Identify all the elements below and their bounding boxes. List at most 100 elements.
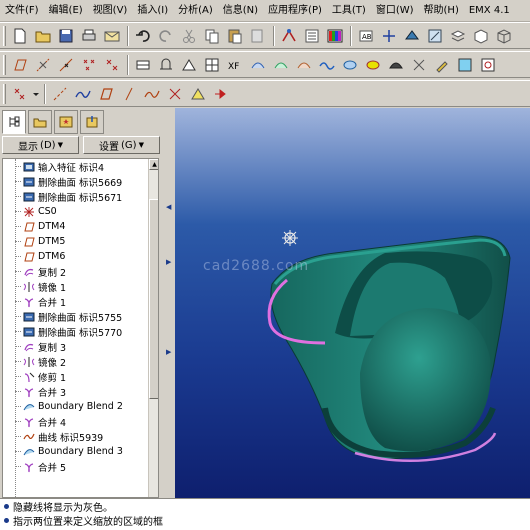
menu-analysis[interactable]: 分析(A) <box>173 2 218 20</box>
draft-analysis-icon[interactable] <box>362 54 384 76</box>
panel-splitter[interactable]: ◀ ▶ ▶ <box>163 108 175 498</box>
datum-plane-tool-icon[interactable] <box>95 83 117 105</box>
paste-special-icon[interactable] <box>247 25 269 47</box>
email-icon[interactable] <box>101 25 123 47</box>
wireframe-icon[interactable] <box>493 25 515 47</box>
color-edit-icon[interactable] <box>454 54 476 76</box>
tree-item[interactable]: DTM5 <box>3 234 158 249</box>
point-tag-display-icon[interactable] <box>78 54 100 76</box>
curve-analysis-icon[interactable] <box>316 54 338 76</box>
menu-help[interactable]: 帮助(H) <box>419 2 464 20</box>
style-icon[interactable] <box>247 54 269 76</box>
cut-icon[interactable] <box>178 25 200 47</box>
3d-model-view[interactable] <box>175 108 530 498</box>
curve-tool-icon[interactable] <box>141 83 163 105</box>
continue-arrow-icon[interactable] <box>210 83 232 105</box>
point-dropdown-icon[interactable] <box>32 83 40 105</box>
tree-item[interactable]: 合并 3 <box>3 384 158 399</box>
axis-tool-icon[interactable] <box>118 83 140 105</box>
tree-item[interactable]: 删除曲面 标识5770 <box>3 324 158 339</box>
saved-views-icon[interactable] <box>424 25 446 47</box>
menu-applications[interactable]: 应用程序(P) <box>263 2 327 20</box>
tree-item[interactable]: 修剪 1 <box>3 369 158 384</box>
tree-item[interactable]: 复制 2 <box>3 264 158 279</box>
toolbar-grip[interactable] <box>3 83 6 104</box>
reflection-icon[interactable] <box>339 54 361 76</box>
tree-scrollbar[interactable]: ▲ <box>148 159 158 497</box>
tree-item[interactable]: 合并 5 <box>3 459 158 474</box>
menu-tools[interactable]: 工具(T) <box>327 2 371 20</box>
tree-item[interactable]: 合并 4 <box>3 414 158 429</box>
text-annotation-icon[interactable]: AB <box>355 25 377 47</box>
csys-tool-icon[interactable] <box>164 83 186 105</box>
tree-item[interactable]: DTM6 <box>3 249 158 264</box>
open-file-icon[interactable] <box>32 25 54 47</box>
tree-item[interactable]: 曲线 标识5939 <box>3 429 158 444</box>
collapse-left-icon[interactable]: ▶ <box>166 258 172 266</box>
spin-center-icon[interactable] <box>378 25 400 47</box>
expand-right-icon[interactable]: ▶ <box>166 348 172 356</box>
menu-info[interactable]: 信息(N) <box>218 2 263 20</box>
save-icon[interactable] <box>55 25 77 47</box>
tab-folder-browser[interactable] <box>28 110 52 134</box>
datum-axis-display-icon[interactable] <box>32 54 54 76</box>
tree-item[interactable]: 镜像 1 <box>3 279 158 294</box>
shaded-view-icon[interactable] <box>385 54 407 76</box>
regenerate-icon[interactable] <box>278 25 300 47</box>
tree-item[interactable]: CS0 <box>3 204 158 219</box>
menu-file[interactable]: 文件(F) <box>0 2 44 20</box>
scroll-up-icon[interactable]: ▲ <box>149 159 158 170</box>
model-tree-icon[interactable] <box>301 25 323 47</box>
tree-item[interactable]: 复制 3 <box>3 339 158 354</box>
tab-connections[interactable] <box>80 110 104 134</box>
tree-item[interactable]: Boundary Blend 2 <box>3 399 158 414</box>
print-icon[interactable] <box>78 25 100 47</box>
csys-display-icon[interactable] <box>101 54 123 76</box>
redo-icon[interactable] <box>155 25 177 47</box>
boundary-tool-icon[interactable]: XF <box>224 54 246 76</box>
menu-window[interactable]: 窗口(W) <box>371 2 419 20</box>
toolbar-grip[interactable] <box>3 54 6 75</box>
tree-item[interactable]: 删除曲面 标识5755 <box>3 309 158 324</box>
graphics-window[interactable]: cad2688.com <box>175 108 530 498</box>
tree-item[interactable]: 输入特征 标识4 <box>3 159 158 174</box>
revolve-icon[interactable] <box>155 54 177 76</box>
menu-emx[interactable]: EMX 4.1 <box>464 2 515 20</box>
paint-icon[interactable] <box>431 54 453 76</box>
datum-point-display-icon[interactable] <box>55 54 77 76</box>
blend-icon[interactable] <box>201 54 223 76</box>
render-icon[interactable] <box>408 54 430 76</box>
toolbar-grip[interactable] <box>3 25 6 46</box>
analysis-feature-icon[interactable] <box>187 83 209 105</box>
tab-model-tree[interactable] <box>2 110 26 134</box>
tab-favorites[interactable] <box>54 110 78 134</box>
menu-view[interactable]: 视图(V) <box>88 2 133 20</box>
tree-item[interactable]: DTM4 <box>3 219 158 234</box>
layers-icon[interactable] <box>447 25 469 47</box>
point-tool-icon[interactable] <box>9 83 31 105</box>
view-orient-icon[interactable] <box>401 25 423 47</box>
menu-edit[interactable]: 编辑(E) <box>44 2 88 20</box>
surface-analysis-icon[interactable] <box>270 54 292 76</box>
datum-axis-tool-icon[interactable] <box>49 83 71 105</box>
undo-icon[interactable] <box>132 25 154 47</box>
scroll-thumb[interactable] <box>149 199 158 399</box>
copy-icon[interactable] <box>201 25 223 47</box>
tree-item[interactable]: 合并 1 <box>3 294 158 309</box>
measure-icon[interactable] <box>477 54 499 76</box>
sketch-tool-icon[interactable] <box>72 83 94 105</box>
shade-icon[interactable] <box>470 25 492 47</box>
paste-icon[interactable] <box>224 25 246 47</box>
tree-item[interactable]: 镜像 2 <box>3 354 158 369</box>
new-file-icon[interactable] <box>9 25 31 47</box>
extrude-icon[interactable] <box>132 54 154 76</box>
appearance-icon[interactable] <box>324 25 346 47</box>
tree-item[interactable]: Boundary Blend 3 <box>3 444 158 459</box>
menu-insert[interactable]: 插入(I) <box>132 2 173 20</box>
tree-item[interactable]: 删除曲面 标识5671 <box>3 189 158 204</box>
tree-item[interactable]: 删除曲面 标识5669 <box>3 174 158 189</box>
collapse-left-icon[interactable]: ◀ <box>166 203 172 211</box>
display-dropdown[interactable]: 显示 (D) ▼ <box>2 136 79 154</box>
sweep-icon[interactable] <box>178 54 200 76</box>
settings-dropdown[interactable]: 设置 (G) ▼ <box>83 136 160 154</box>
